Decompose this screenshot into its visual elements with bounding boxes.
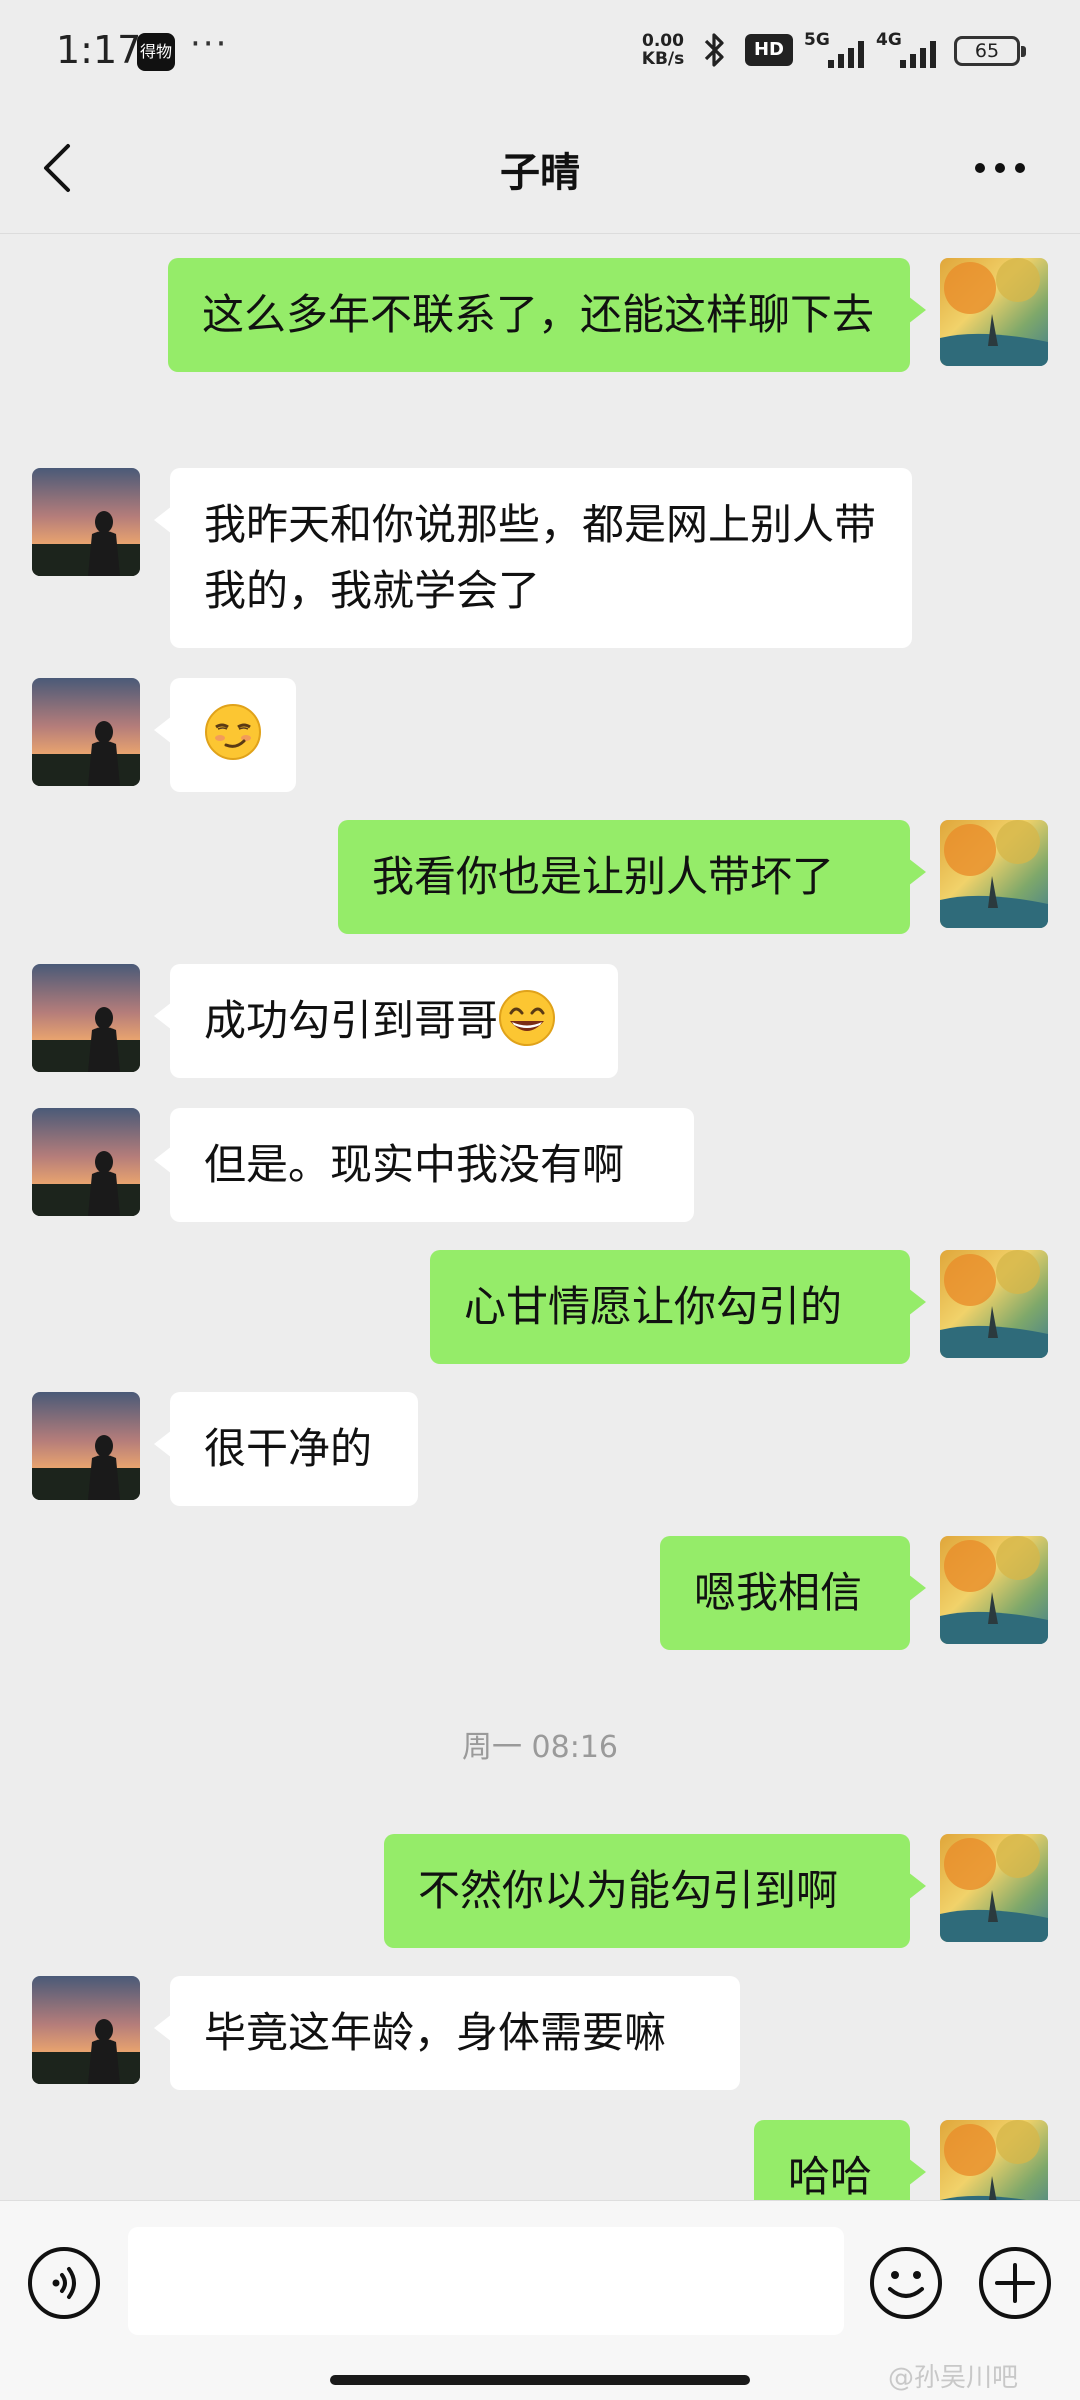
grin-emoji-icon	[499, 990, 556, 1046]
signal-4g-icon: 4G	[876, 30, 946, 70]
message-input[interactable]	[128, 2227, 844, 2335]
smirk-emoji-icon	[205, 704, 261, 760]
message-bubble-received[interactable]: 很干净的	[154, 1392, 418, 1506]
message-text: 成功勾引到哥哥	[204, 996, 499, 1045]
watermark: @孙吴川吧	[888, 2363, 1019, 2393]
status-time: 1:17	[56, 28, 142, 72]
message-bubble-received[interactable]	[154, 678, 296, 792]
message-bubble-sent[interactable]: 嗯我相信	[660, 1536, 926, 1650]
home-indicator[interactable]	[330, 2375, 750, 2385]
message-bubble-sent[interactable]: 不然你以为能勾引到啊	[384, 1834, 926, 1948]
contact-avatar[interactable]	[32, 468, 140, 576]
contact-avatar[interactable]	[32, 1108, 140, 1216]
contact-avatar[interactable]	[32, 678, 140, 786]
my-avatar[interactable]	[940, 820, 1048, 928]
message-text: 我看你也是让别人带坏了	[372, 852, 835, 901]
voice-icon[interactable]	[26, 2245, 102, 2321]
message-bubble-sent[interactable]: 这么多年不联系了，还能这样聊下去	[168, 258, 926, 372]
message-text: 但是。现实中我没有啊	[204, 1140, 625, 1189]
app-notification-icon: 得物	[137, 33, 175, 71]
hd-voice-icon: HD	[745, 34, 793, 66]
more-notifications-icon: ···	[190, 24, 229, 64]
emoji-icon[interactable]	[868, 2245, 944, 2321]
contact-avatar[interactable]	[32, 964, 140, 1072]
my-avatar[interactable]	[940, 1834, 1048, 1942]
chevron-left-icon[interactable]	[38, 140, 78, 196]
battery-icon: 65	[954, 36, 1026, 66]
message-text: 嗯我相信	[694, 1568, 863, 1617]
bluetooth-icon	[704, 33, 724, 67]
chat-input-bar: @孙吴川吧	[0, 2200, 1080, 2400]
my-avatar[interactable]	[940, 258, 1048, 366]
status-bar: 1:17 得物 ··· 0.00 KB/s HD 5G 4G 65	[0, 0, 1080, 100]
network-speed-value: 0.00	[642, 31, 684, 51]
more-dots-icon[interactable]	[970, 158, 1030, 178]
my-avatar[interactable]	[940, 1250, 1048, 1358]
message-bubble-received[interactable]: 毕竟这年龄，身体需要嘛	[154, 1976, 740, 2090]
message-text: 哈哈	[788, 2152, 873, 2201]
network-speed-unit: KB/s	[641, 49, 685, 69]
message-text: 很干净的	[204, 1424, 373, 1473]
plus-icon[interactable]	[977, 2245, 1053, 2321]
message-text: 毕竟这年龄，身体需要嘛	[204, 2008, 667, 2057]
message-text: 我昨天和你说那些，都是网上别人带我的，我就学会了	[204, 500, 877, 615]
contact-avatar[interactable]	[32, 1976, 140, 2084]
message-text: 这么多年不联系了，还能这样聊下去	[202, 290, 875, 339]
my-avatar[interactable]	[940, 1536, 1048, 1644]
message-bubble-received[interactable]: 成功勾引到哥哥	[154, 964, 618, 1078]
message-text: 不然你以为能勾引到啊	[418, 1866, 839, 1915]
chat-timestamp: 周一 08:16	[462, 1730, 618, 1765]
battery-level: 65	[974, 40, 1000, 62]
chat-header: 子晴	[0, 100, 1080, 234]
network-speed: 0.00 KB/s	[636, 32, 690, 68]
message-text: 心甘情愿让你勾引的	[464, 1282, 843, 1331]
message-bubble-received[interactable]: 但是。现实中我没有啊	[154, 1108, 694, 1222]
contact-avatar[interactable]	[32, 1392, 140, 1500]
message-bubble-sent[interactable]: 心甘情愿让你勾引的	[430, 1250, 926, 1364]
message-bubble-sent[interactable]: 我看你也是让别人带坏了	[338, 820, 926, 934]
message-bubble-received[interactable]: 我昨天和你说那些，都是网上别人带我的，我就学会了	[154, 468, 912, 648]
chat-title: 子晴	[500, 150, 580, 196]
signal-5g-icon: 5G	[804, 30, 874, 70]
